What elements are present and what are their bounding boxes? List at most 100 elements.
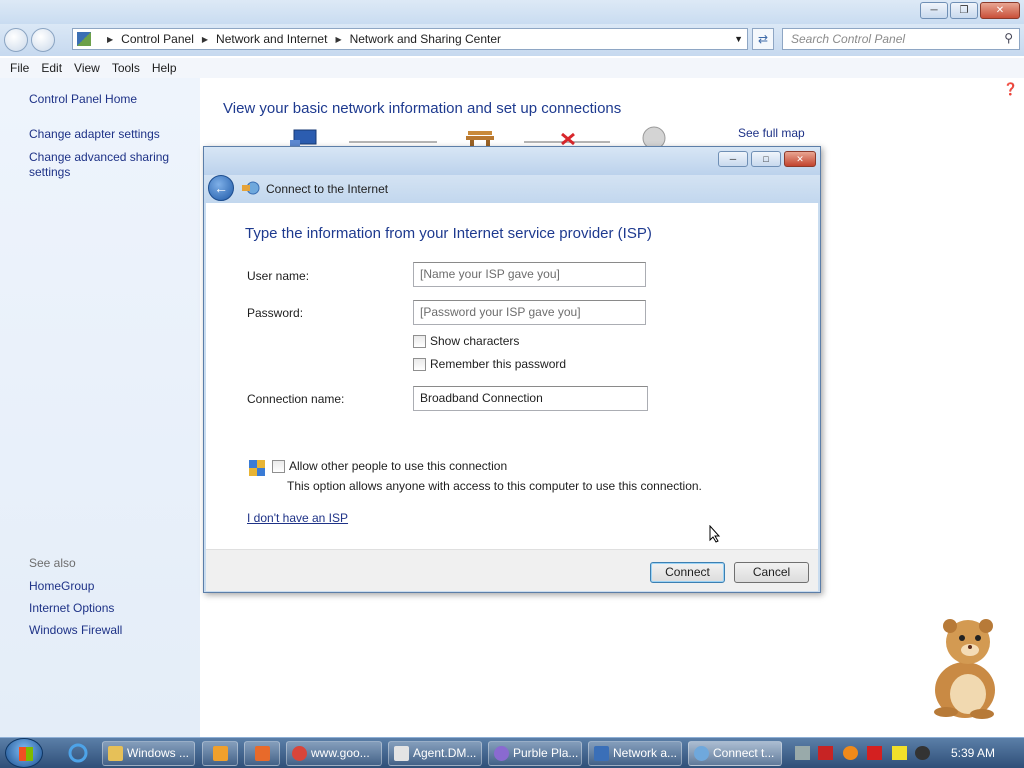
connect-internet-dialog: ─ □ ✕ ← Connect to the Internet Type the… [203,146,821,593]
connection-name-label: Connection name: [247,392,345,406]
folder-icon [108,746,123,761]
menu-help[interactable]: Help [146,58,183,78]
start-button[interactable] [5,738,43,768]
change-advanced-sharing-link[interactable]: Change advanced sharing settings [29,150,179,180]
taskbar-clock[interactable]: 5:39 AM [951,746,995,760]
checkbox-box[interactable] [413,334,426,348]
chrome-icon [292,746,307,761]
mouse-cursor-icon [709,525,721,543]
tray-app-icon[interactable] [795,746,810,760]
breadcrumb-network-and-internet[interactable]: Network and Internet [216,32,327,46]
dialog-maximize-button[interactable]: □ [751,151,781,167]
search-tool-icon[interactable] [843,746,858,760]
dialog-minimize-button[interactable]: ─ [718,151,748,167]
network-connection-icon [242,181,260,195]
task-label: Network a... [613,746,678,760]
internet-options-link[interactable]: Internet Options [29,601,122,615]
control-panel-icon [594,746,609,761]
dialog-header: ← Connect to the Internet [204,175,820,203]
username-field[interactable]: [Name your ISP gave you] [413,262,646,287]
menu-view[interactable]: View [68,58,106,78]
dialog-heading: Type the information from your Internet … [245,225,652,242]
see-also-label: See also [29,556,76,570]
taskbar-item-media-player[interactable] [202,741,238,766]
dialog-title: Connect to the Internet [266,182,389,196]
dialog-close-button[interactable]: ✕ [784,151,816,167]
taskbar-item-purble-place[interactable]: Purble Pla... [488,741,582,766]
window-icon [394,746,409,761]
security-shield-icon [249,460,265,476]
back-button[interactable] [4,28,28,52]
chevron-right-icon: ▶ [201,34,209,44]
internet-globe-icon [642,126,666,146]
taskbar-item-chrome[interactable]: www.goo... [286,741,382,766]
back-arrow-icon[interactable]: ← [208,175,234,201]
network-line [349,141,437,143]
change-adapter-settings-link[interactable]: Change adapter settings [29,127,200,142]
windows-logo-icon [19,747,33,761]
taskbar-item-app[interactable] [244,741,280,766]
password-label: Password: [247,306,304,320]
menu-bar: File Edit View Tools Help [0,58,1024,78]
taskbar-item-agent[interactable]: Agent.DM... [388,741,482,766]
window-titlebar: ─ ❐ ✕ [0,0,1024,24]
control-panel-home-link[interactable]: Control Panel Home [29,92,200,107]
dialog-controls: ─ □ ✕ [718,151,816,167]
checkbox-box[interactable] [413,357,426,371]
breadcrumb-network-sharing-center[interactable]: Network and Sharing Center [350,32,501,46]
task-label: www.goo... [311,746,370,760]
windows-firewall-link[interactable]: Windows Firewall [29,623,122,637]
notification-icon[interactable] [892,746,907,760]
homegroup-link[interactable]: HomeGroup [29,579,122,593]
dialog-body: Type the information from your Internet … [206,203,818,549]
menu-edit[interactable]: Edit [35,58,68,78]
task-label: Windows ... [127,746,190,760]
navigation-bar: ▶ Control Panel ▶ Network and Internet ▶… [0,24,1024,56]
breadcrumb-control-panel[interactable]: Control Panel [121,32,194,46]
see-full-map-link[interactable]: See full map [738,126,805,140]
network-connection-icon [694,746,709,761]
close-button[interactable]: ✕ [980,2,1020,19]
connection-name-field[interactable]: Broadband Connection [413,386,648,411]
menu-file[interactable]: File [4,58,35,78]
taskbar: Windows ... www.goo... Agent.DM... Purbl… [0,737,1024,768]
help-icon[interactable]: ❓ [1003,82,1018,96]
password-field[interactable]: [Password your ISP gave you] [413,300,646,325]
house-icon [466,131,494,146]
search-placeholder: Search Control Panel [791,32,906,46]
minimize-button[interactable]: ─ [920,2,948,19]
forward-button[interactable] [31,28,55,52]
volume-icon[interactable] [915,746,930,760]
address-bar[interactable]: ▶ Control Panel ▶ Network and Internet ▶… [72,28,748,50]
flag-icon[interactable] [867,746,882,760]
checkbox-box[interactable] [272,459,285,473]
search-input[interactable]: Search Control Panel ⚲ [782,28,1020,50]
connect-button[interactable]: Connect [650,562,725,583]
search-icon[interactable]: ⚲ [1004,31,1013,45]
dialog-titlebar: ─ □ ✕ [204,147,820,175]
computer-icon [290,129,317,146]
show-characters-checkbox[interactable]: Show characters [413,334,519,348]
taskbar-item-windows-explorer[interactable]: Windows ... [102,741,195,766]
allow-others-checkbox[interactable]: Allow other people to use this connectio… [272,459,507,473]
chevron-down-icon[interactable]: ▼ [734,34,743,44]
remember-password-label: Remember this password [430,357,567,371]
menu-tools[interactable]: Tools [106,58,146,78]
username-label: User name: [247,269,310,283]
refresh-icon[interactable]: ⇄ [752,28,774,50]
purble-place-icon [494,746,509,761]
restore-button[interactable]: ❐ [950,2,978,19]
window-controls: ─ ❐ ✕ [920,2,1020,19]
remember-password-checkbox[interactable]: Remember this password [413,357,566,371]
internet-explorer-icon[interactable] [68,743,88,763]
hamster-agent-icon[interactable] [920,612,1010,722]
app-icon [255,746,270,761]
chevron-right-icon: ▶ [107,34,114,44]
task-label: Agent.DM... [413,746,477,760]
no-isp-link[interactable]: I don't have an ISP [247,511,348,525]
cancel-button[interactable]: Cancel [734,562,809,583]
taskbar-item-network[interactable]: Network a... [588,741,682,766]
antivirus-icon[interactable] [818,746,833,760]
taskbar-item-connect[interactable]: Connect t... [688,741,782,766]
see-also-links: HomeGroup Internet Options Windows Firew… [29,579,122,645]
